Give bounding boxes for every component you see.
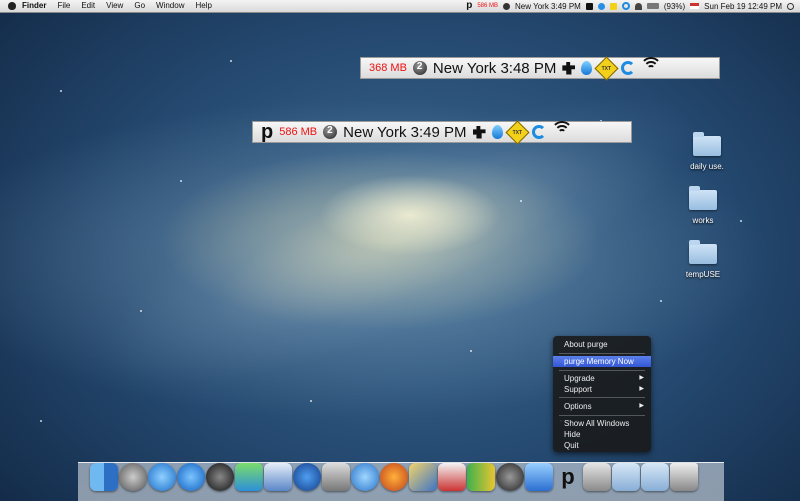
- app-store-icon[interactable]: [177, 463, 205, 491]
- memory-readout: 368 MB: [369, 62, 407, 74]
- applications-folder-icon[interactable]: [612, 463, 640, 491]
- clock-zone-icon: [412, 61, 427, 75]
- scissors-icon[interactable]: [583, 463, 611, 491]
- wifi-icon: [640, 57, 663, 75]
- folder-label: daily use.: [690, 162, 724, 171]
- clock-zone-icon[interactable]: [503, 2, 511, 10]
- menu-separator: [559, 353, 645, 354]
- folder-daily-use[interactable]: daily use.: [677, 132, 737, 171]
- status-bar-zoom-bottom: p 586 MB New York 3:49 PM TXT: [252, 119, 632, 145]
- dock-icons: p: [90, 463, 698, 491]
- date-time[interactable]: Sun Feb 19 12:49 PM: [704, 2, 782, 11]
- folder-label: tempUSE: [685, 270, 721, 279]
- zone-icon[interactable]: [496, 463, 524, 491]
- purge-icon: p: [261, 121, 274, 143]
- finder-icon[interactable]: [90, 463, 118, 491]
- firefox-icon[interactable]: [380, 463, 408, 491]
- menu-separator: [559, 397, 645, 398]
- safari-icon[interactable]: [351, 463, 379, 491]
- apple-icon[interactable]: [8, 2, 16, 10]
- txt-icon: TXT: [505, 119, 530, 145]
- mail-icon[interactable]: [264, 463, 292, 491]
- chevron-right-icon: ▶: [639, 375, 644, 381]
- sync-icon: [531, 125, 546, 139]
- menu-extras: p 586 MB New York 3:49 PM (93%) Sun Feb …: [466, 0, 794, 12]
- sync-icon: [621, 61, 636, 75]
- menu-separator: [559, 415, 645, 416]
- sync-icon[interactable]: [621, 2, 630, 10]
- world-clock[interactable]: New York 3:49 PM: [515, 2, 581, 11]
- pencil-icon[interactable]: [409, 463, 437, 491]
- drop-icon: [581, 61, 593, 75]
- menu-view[interactable]: View: [106, 0, 123, 12]
- menu-bar: Finder File Edit View Go Window Help p 5…: [0, 0, 800, 13]
- rocket-icon[interactable]: [119, 463, 147, 491]
- menu-item-show-all[interactable]: Show All Windows: [553, 418, 651, 429]
- status-bar-zoom-top: 368 MB New York 3:48 PM TXT: [360, 55, 720, 81]
- folder-tempuse[interactable]: tempUSE: [673, 240, 733, 279]
- puzzle-icon: [472, 125, 486, 139]
- menu-item-support[interactable]: Support ▶: [553, 384, 651, 395]
- downloads-folder-icon[interactable]: [641, 463, 669, 491]
- chevron-right-icon: ▶: [639, 403, 644, 409]
- world-clock: New York 3:49 PM: [343, 123, 467, 141]
- trash-icon[interactable]: [670, 463, 698, 491]
- search-icon[interactable]: [787, 2, 794, 10]
- folder-icon: [689, 240, 717, 264]
- menu-item-about[interactable]: About purge: [553, 339, 651, 350]
- menu-edit[interactable]: Edit: [81, 0, 95, 12]
- itunes-icon[interactable]: [148, 463, 176, 491]
- menu-file[interactable]: File: [57, 0, 70, 12]
- world-clock: New York 3:48 PM: [432, 59, 557, 77]
- menu-item-hide[interactable]: Hide: [553, 429, 651, 440]
- menu-item-options[interactable]: Options ▶: [553, 401, 651, 412]
- chevron-right-icon: ▶: [639, 386, 644, 392]
- txt-icon[interactable]: [609, 2, 617, 10]
- chart-icon[interactable]: [467, 463, 495, 491]
- folder-label: works: [692, 216, 714, 225]
- battery-icon[interactable]: [646, 3, 659, 9]
- photo-booth-icon[interactable]: [322, 463, 350, 491]
- puzzle-icon: [562, 61, 576, 75]
- folder-icon: [689, 186, 717, 210]
- menu-go[interactable]: Go: [134, 0, 145, 12]
- menu-app-name[interactable]: Finder: [22, 0, 46, 12]
- menu-help[interactable]: Help: [195, 0, 211, 12]
- menu-item-quit[interactable]: Quit: [553, 440, 651, 451]
- menu-window[interactable]: Window: [156, 0, 184, 12]
- memory-readout[interactable]: 586 MB: [477, 3, 498, 9]
- menu-separator: [559, 370, 645, 371]
- folder-works[interactable]: works: [673, 186, 733, 225]
- battery-percent[interactable]: (93%): [664, 2, 685, 11]
- xcode-icon[interactable]: [525, 463, 553, 491]
- menu-item-purge-now[interactable]: purge Memory Now: [553, 356, 651, 367]
- drop-icon: [491, 125, 503, 139]
- clock-zone-icon: [323, 125, 338, 139]
- menu-item-upgrade[interactable]: Upgrade ▶: [553, 373, 651, 384]
- flag-icon[interactable]: [690, 3, 700, 9]
- wifi-icon[interactable]: [634, 2, 642, 10]
- preview-icon[interactable]: [438, 463, 466, 491]
- puzzle-icon[interactable]: [585, 2, 593, 10]
- drop-icon[interactable]: [597, 2, 605, 10]
- wifi-icon: [550, 121, 573, 139]
- purge-icon[interactable]: p: [554, 463, 582, 491]
- google-earth-icon[interactable]: [293, 463, 321, 491]
- dvd-icon[interactable]: [206, 463, 234, 491]
- messenger-icon[interactable]: [235, 463, 263, 491]
- purge-context-menu: About purge purge Memory Now Upgrade ▶ Su…: [553, 336, 651, 452]
- folder-icon: [693, 132, 721, 156]
- memory-readout: 586 MB: [279, 126, 318, 138]
- txt-icon: TXT: [594, 55, 619, 81]
- purge-menu-icon[interactable]: p: [466, 1, 472, 11]
